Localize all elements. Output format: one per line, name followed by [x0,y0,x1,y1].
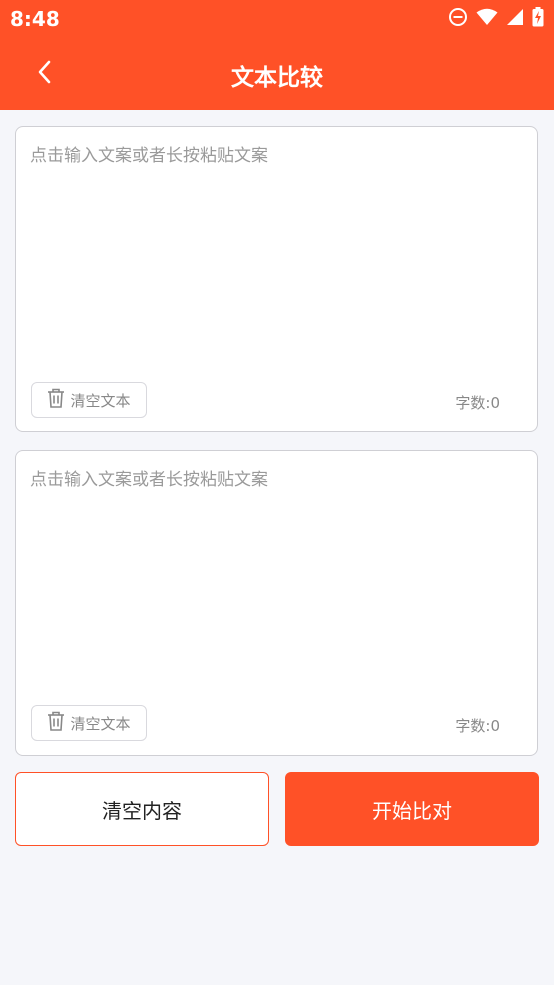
text-input-2[interactable] [30,465,520,695]
trash-icon [47,711,65,735]
text-input-card-2: 清空文本 字数:0 [15,450,538,756]
page-title: 文本比较 [231,65,323,91]
clear-text-button-2[interactable]: 清空文本 [31,705,147,741]
app-bar: 文本比较 [0,38,554,110]
trash-icon [47,388,65,412]
char-count-value: 0 [490,394,500,412]
status-bar: 8:48 [0,0,554,38]
char-count-label: 字数: [455,717,491,735]
status-time: 8:48 [10,7,60,31]
clear-text-label: 清空文本 [70,714,131,733]
start-compare-button[interactable]: 开始比对 [285,772,539,846]
signal-icon [506,8,524,30]
clear-all-button[interactable]: 清空内容 [15,772,269,846]
char-count-1: 字数:0 [455,392,500,413]
char-count-value: 0 [490,717,500,735]
text-input-card-1: 清空文本 字数:0 [15,126,538,432]
status-icons [448,7,544,31]
wifi-icon [476,8,498,30]
clear-text-button-1[interactable]: 清空文本 [31,382,147,418]
char-count-label: 字数: [455,394,491,412]
do-not-disturb-icon [448,7,468,31]
char-count-2: 字数:0 [455,715,500,736]
text-input-1[interactable] [30,141,520,371]
battery-charging-icon [532,7,544,31]
clear-text-label: 清空文本 [70,391,131,410]
